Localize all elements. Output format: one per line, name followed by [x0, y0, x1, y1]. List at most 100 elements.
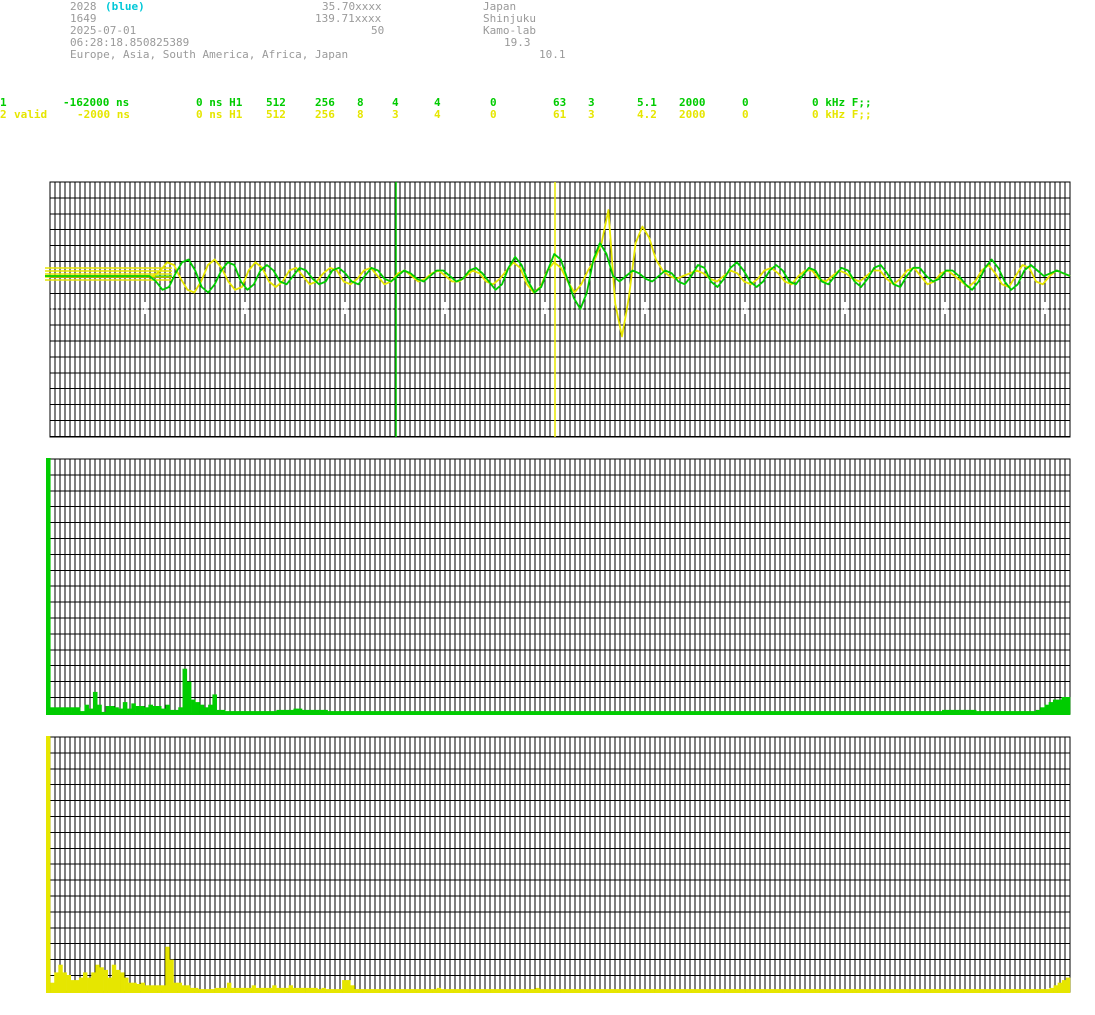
spectrum-bar: [540, 711, 546, 715]
spectrum-bar: [732, 989, 738, 993]
spectrum-bar: [455, 711, 461, 715]
spectrum-bar: [110, 706, 115, 715]
spectrum-bar: [847, 989, 853, 993]
spectrum-bar: [954, 709, 960, 715]
spectrum-bar: [675, 989, 680, 993]
spectrum-bar: [555, 989, 561, 993]
spectrum-bar: [510, 989, 516, 993]
spectrum-bar: [457, 989, 462, 993]
spectrum-bar: [566, 711, 572, 715]
spectrum-bar: [357, 711, 363, 715]
spectrum-bar: [506, 711, 512, 715]
spectrum-bar: [889, 989, 894, 993]
spectrum-bar: [288, 985, 294, 993]
spectrum-bar: [651, 711, 657, 715]
spectrum-bar: [202, 989, 207, 993]
spectrum-bar: [638, 989, 643, 993]
spectrum-bar: [629, 989, 635, 993]
spectrum-bar: [673, 711, 678, 715]
spectrum-bar: [199, 704, 205, 715]
spectrum-bar: [741, 711, 747, 715]
spectrum-bar: [711, 711, 717, 715]
spectrum-bar: [976, 711, 981, 715]
spectrum-bar: [276, 987, 281, 993]
spectrum-bar: [545, 711, 550, 715]
spectrum-bar: [70, 980, 76, 993]
waveform-panel: [45, 181, 1071, 438]
spectrum-bar: [924, 711, 930, 715]
spectrum-bar: [408, 711, 414, 715]
spectrum-bar: [481, 711, 486, 715]
spectrum-bar: [494, 711, 499, 715]
spectrum-bar: [583, 711, 589, 715]
spectrum-bar: [732, 711, 738, 715]
spectrum-bar: [1061, 697, 1067, 715]
spectrum-bar: [884, 989, 890, 993]
spectrum-bar: [1031, 711, 1037, 715]
spectrum-bar: [1057, 982, 1063, 993]
spectrum-bar: [1061, 980, 1067, 993]
spectrum-bar: [63, 707, 68, 715]
spectrum-bar: [46, 736, 51, 993]
spectrum-bar: [453, 989, 458, 993]
spectrum-bar: [46, 458, 51, 715]
spectrum-bar: [822, 711, 828, 715]
spectrum-bar: [839, 989, 845, 993]
spectrum-bar: [796, 711, 802, 715]
spectrum-bar: [671, 989, 676, 993]
spectrum-bar: [502, 989, 507, 993]
spectrum-bar: [451, 711, 456, 715]
spectrum-bar: [459, 711, 465, 715]
spectrum-bar: [856, 711, 862, 715]
spectrum-bar: [498, 989, 503, 993]
spectrum-bar: [818, 711, 823, 715]
spectrum-bar: [319, 709, 324, 715]
spectrum-bar: [1023, 711, 1028, 715]
spectrum-bar: [1049, 987, 1054, 993]
spectrum-bar: [921, 989, 927, 993]
spectrum-bar: [916, 711, 921, 715]
spectrum-bar: [432, 989, 437, 993]
spectrum-bar: [387, 989, 392, 993]
spectrum-bar: [920, 711, 926, 715]
spectrum-bar: [997, 711, 1003, 715]
spectrum-bar: [62, 972, 67, 993]
spectrum-bar: [686, 711, 691, 715]
spectrum-bar: [613, 989, 618, 993]
spectrum-bar: [296, 987, 302, 993]
spectrum-bar: [762, 711, 768, 715]
spectrum-bar: [562, 711, 567, 715]
spectrum-bar: [643, 711, 648, 715]
spectrum-bar: [724, 711, 729, 715]
spectrum-bar: [656, 711, 661, 715]
spectrum-bar: [412, 711, 418, 715]
spectrum-bar: [300, 987, 306, 993]
spectrum-bar: [856, 989, 861, 993]
spectrum-bar: [1044, 704, 1049, 715]
spectrum-bar: [313, 987, 318, 993]
spectrum-bar: [848, 711, 853, 715]
spectrum-bar: [749, 989, 754, 993]
spectrum-bar: [753, 989, 758, 993]
spectrum-bar: [745, 989, 750, 993]
spectrum-bar: [984, 711, 990, 715]
spectrum-bar: [971, 989, 976, 993]
spectrum-bar: [490, 989, 495, 993]
spectrum-bar: [983, 989, 989, 993]
spectrum-bar: [329, 989, 335, 993]
spectrum-bar: [728, 989, 734, 993]
spectrum-bar: [539, 989, 544, 993]
spectrum-bar: [124, 977, 129, 993]
spectrum-bar: [489, 711, 495, 715]
spectrum-bar: [1016, 989, 1021, 993]
spectrum-bar: [575, 711, 580, 715]
spectrum-bar: [786, 989, 791, 993]
spectrum-bar: [929, 711, 934, 715]
spectrum-bar: [92, 691, 98, 715]
spectrum-bar: [177, 982, 183, 993]
spectrum-bar: [634, 989, 639, 993]
spectrum-bar: [391, 711, 397, 715]
spectrum-bar: [745, 711, 751, 715]
spectrum-bar: [662, 989, 668, 993]
spectrum-bar: [831, 711, 836, 715]
